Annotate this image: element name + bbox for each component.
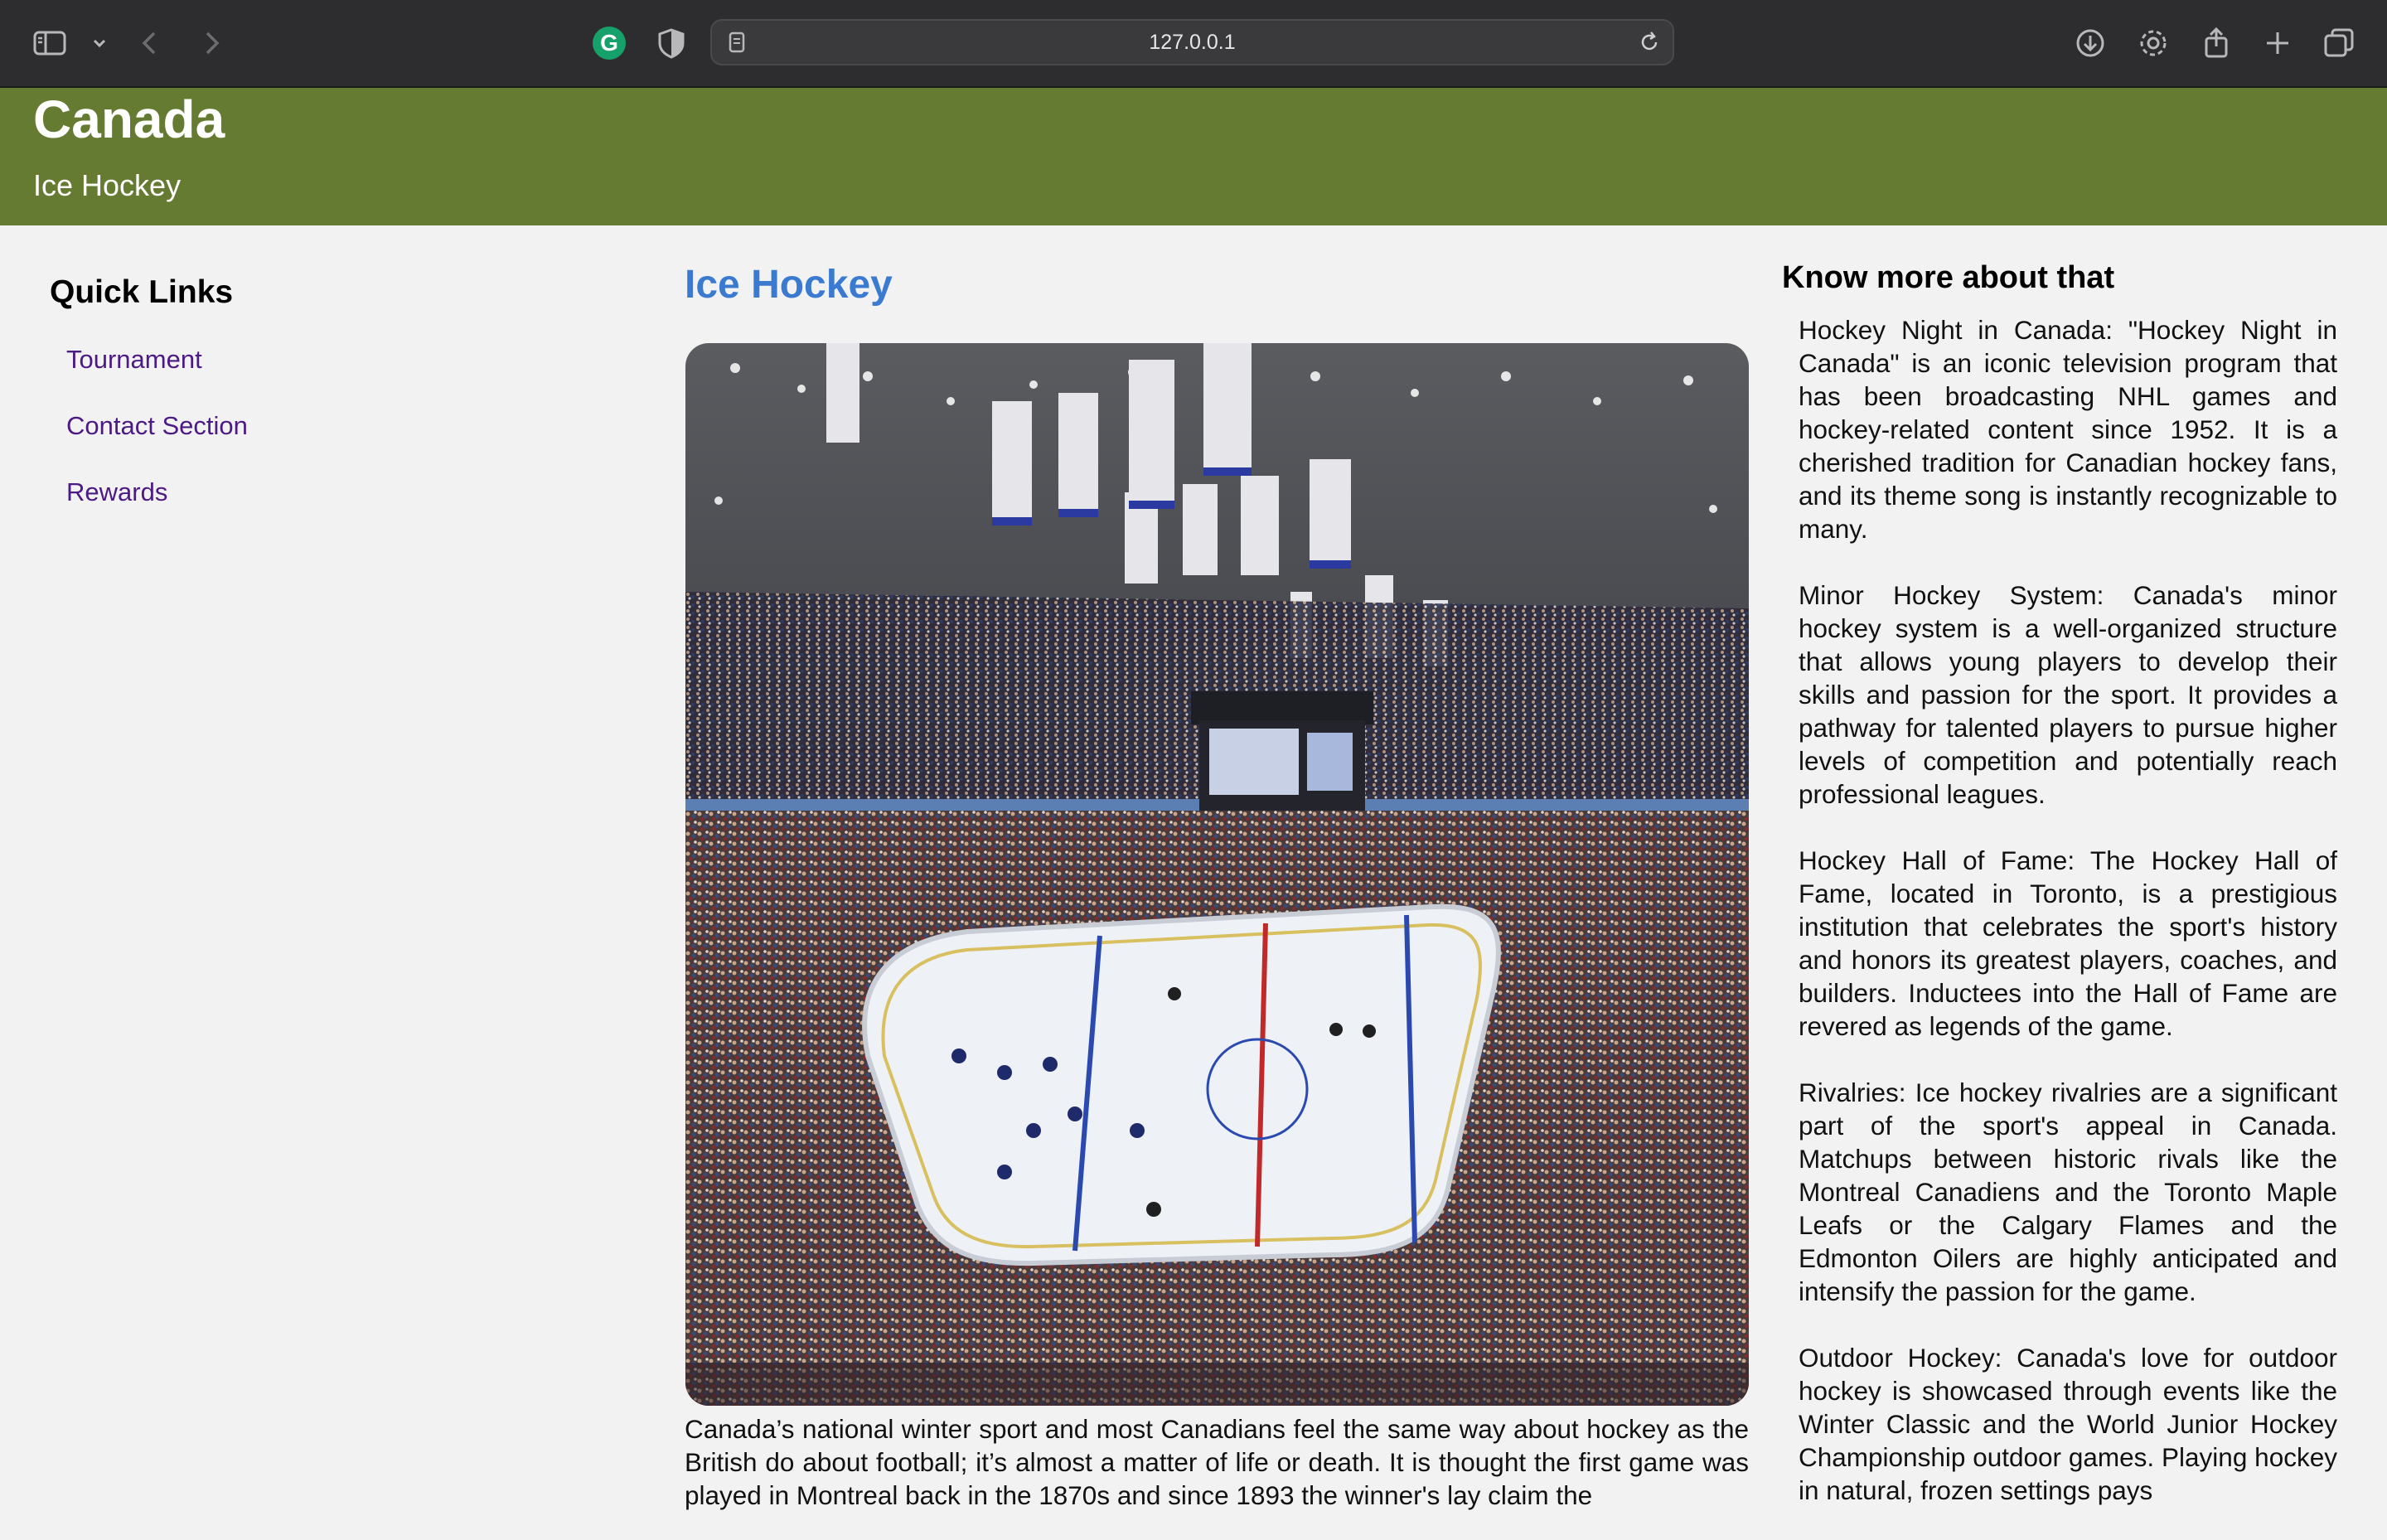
fact-outdoor-hockey: Outdoor Hockey: Canada's love for outdoo…	[1799, 1343, 2337, 1505]
site-subtitle: Ice Hockey	[33, 168, 182, 202]
list-item: Rewards	[66, 476, 167, 509]
tabs-overview-icon[interactable]	[2321, 25, 2357, 61]
quick-links-sidebar: Quick Links Tournament Contact Section R…	[50, 272, 547, 506]
hockey-arena-image	[685, 343, 1749, 1406]
forward-arrow-icon[interactable]	[192, 25, 229, 61]
site-header: Canada Ice Hockey	[0, 88, 2387, 225]
settings-gear-icon[interactable]	[2135, 25, 2172, 61]
know-more-heading: Know more about that	[1782, 260, 2115, 295]
fact-hockey-night: Hockey Night in Canada: "Hockey Night in…	[1799, 315, 2337, 544]
list-item: Contact Section	[66, 409, 248, 443]
new-tab-plus-icon[interactable]	[2259, 25, 2296, 61]
fact-rivalries: Rivalries: Ice hockey rivalries are a si…	[1799, 1078, 2337, 1306]
link-tournament[interactable]: Tournament	[66, 345, 202, 374]
address-bar[interactable]: 127.0.0.1	[710, 19, 1674, 65]
main-content: Ice Hockey Canada’s national winter spor…	[685, 259, 1749, 1510]
download-icon[interactable]	[2072, 25, 2109, 61]
share-icon[interactable]	[2198, 25, 2234, 61]
list-item: Tournament	[66, 343, 202, 376]
reload-icon[interactable]	[1636, 29, 1663, 56]
facts-list: Hockey Night in Canada: "Hockey Night in…	[1799, 313, 2337, 1540]
url-text[interactable]: 127.0.0.1	[712, 21, 1673, 64]
know-more-aside: Know more about that Hockey Night in Can…	[1782, 257, 2337, 1505]
link-contact-section[interactable]: Contact Section	[66, 411, 248, 440]
article-body: Canada’s national winter sport and most …	[685, 1414, 1749, 1510]
sidebar-toggle-icon[interactable]	[31, 25, 68, 61]
grammarly-icon[interactable]: G	[593, 27, 626, 60]
link-rewards[interactable]: Rewards	[66, 477, 167, 506]
chevron-down-icon[interactable]	[81, 25, 108, 61]
quick-links-heading: Quick Links	[50, 274, 234, 310]
fact-hall-of-fame: Hockey Hall of Fame: The Hockey Hall of …	[1799, 845, 2337, 1041]
site-title: Canada	[33, 90, 225, 149]
browser-toolbar: G 127.0.0.1	[0, 0, 2387, 88]
fact-minor-hockey: Minor Hockey System: Canada's minor hock…	[1799, 580, 2337, 809]
privacy-shield-icon[interactable]	[653, 25, 690, 61]
back-arrow-icon[interactable]	[133, 25, 169, 61]
article-heading: Ice Hockey	[685, 263, 893, 307]
